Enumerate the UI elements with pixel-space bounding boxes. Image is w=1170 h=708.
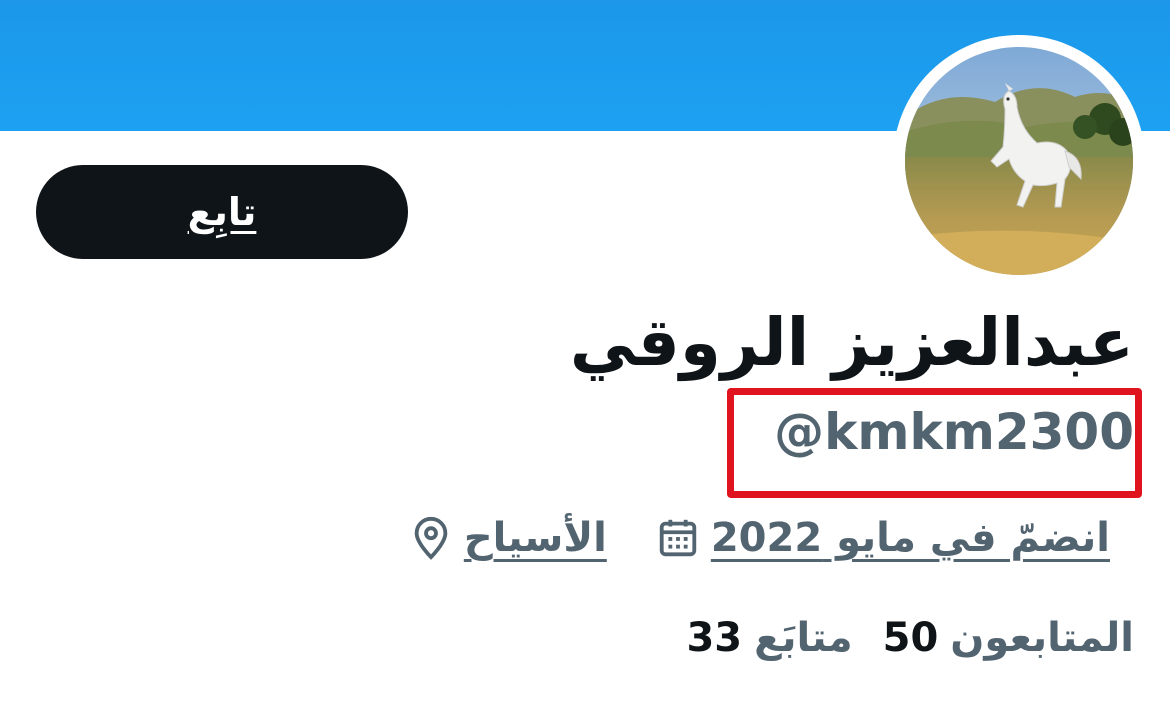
followers-stat[interactable]: 50 المتابعون: [883, 615, 1134, 661]
following-label: متابَع: [754, 615, 853, 661]
follow-stats-row: 33 متابَع 50 المتابعون: [686, 606, 1134, 670]
avatar-frame: [893, 35, 1145, 287]
followers-label: المتابعون: [950, 615, 1134, 661]
calendar-icon: [655, 515, 701, 561]
joined-date-item: انضمّ في مايو 2022: [655, 515, 1110, 561]
joined-date-text: انضمّ في مايو 2022: [710, 515, 1110, 561]
location-text: الأسياح: [463, 515, 607, 561]
location-pin-icon: [408, 515, 454, 561]
avatar-horse-photo: [905, 47, 1133, 275]
profile-page: تابِع عبدالعزيز الروقي @kmkm2300 الأسياح: [0, 0, 1170, 708]
follow-button[interactable]: تابِع: [36, 165, 408, 259]
following-stat[interactable]: 33 متابَع: [686, 615, 852, 661]
followers-count: 50: [882, 615, 939, 661]
display-name: عبدالعزيز الروقي: [569, 304, 1134, 381]
following-count: 33: [686, 615, 743, 661]
location-item[interactable]: الأسياح: [408, 515, 607, 561]
avatar[interactable]: [905, 47, 1133, 275]
follow-button-label: تابِع: [187, 190, 257, 234]
handle-highlight-box: [727, 388, 1142, 498]
profile-meta-row: الأسياح انضمّ في مايو 2022: [408, 508, 1110, 568]
